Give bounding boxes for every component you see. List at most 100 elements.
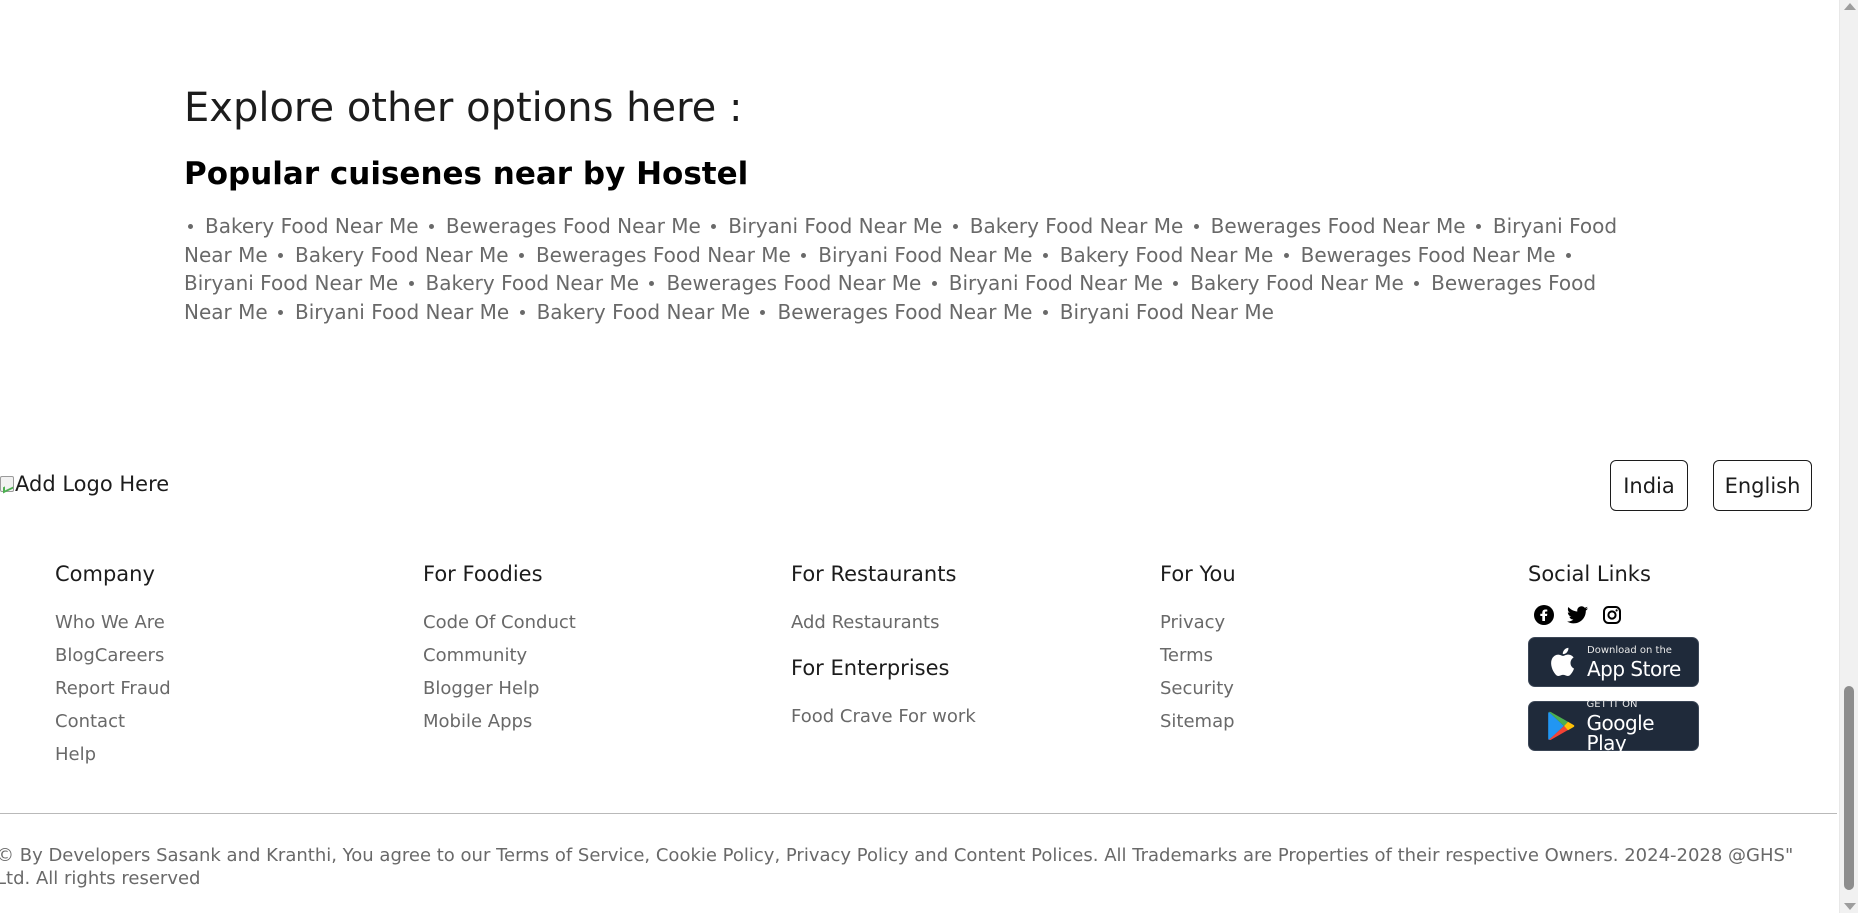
footer-link-blogcareers[interactable]: BlogCareers — [55, 639, 171, 672]
cuisine-link-text: Bewerages Food Near Me — [666, 271, 922, 296]
cuisine-link-text: Biryani Food Near Me — [184, 271, 399, 296]
twitter-icon[interactable] — [1567, 604, 1588, 625]
footer-link-contact[interactable]: Contact — [55, 705, 171, 738]
bullet-dot — [760, 309, 766, 315]
cuisine-link-text: Biryani Food Near Me — [295, 299, 510, 324]
bullet-dot — [428, 224, 434, 229]
footer-link-mobile-apps[interactable]: Mobile Apps — [423, 705, 576, 738]
google-play-badge[interactable]: GET IT ON Google Play — [1528, 698, 1699, 755]
google-play-big-text: Google Play — [1586, 710, 1655, 755]
cuisine-link[interactable]: Biryani Food Near Me — [928, 271, 1163, 295]
column-heading: Social Links — [1528, 562, 1651, 586]
cuisine-link[interactable]: Bakery Food Near Me — [949, 214, 1184, 238]
footer-column-restaurants: For Restaurants Add Restaurants For Ente… — [791, 560, 976, 733]
bullet-dot — [1565, 252, 1571, 258]
logo-alt-text: Add Logo Here — [15, 472, 170, 496]
footer-column-for-you: For You Privacy Terms Security Sitemap — [1160, 560, 1236, 738]
cuisine-link[interactable]: Bewerages Food Near Me — [1190, 214, 1466, 238]
cuisine-link-text: Bakery Food Near Me — [295, 242, 509, 267]
footer-link-blogger-help[interactable]: Blogger Help — [423, 672, 576, 705]
footer-link-community[interactable]: Community — [423, 639, 576, 672]
cuisine-link[interactable]: Bewerages Food Near Me — [425, 214, 701, 238]
footer-link-sitemap[interactable]: Sitemap — [1160, 705, 1236, 738]
cuisine-link[interactable]: Biryani Food Near Me — [274, 300, 509, 324]
footer-link-food-crave-for-work[interactable]: Food Crave For work — [791, 700, 976, 733]
bullet-dot — [952, 224, 958, 229]
app-store-badge[interactable]: Download on the App Store — [1528, 637, 1699, 687]
cuisine-link[interactable]: Bakery Food Near Me — [405, 271, 640, 296]
app-store-big-text: App Store — [1587, 656, 1681, 681]
bullet-dot — [519, 309, 525, 315]
instagram-icon[interactable] — [1601, 604, 1622, 625]
bullet-dot — [801, 252, 807, 258]
cuisine-link[interactable]: Biryani Food Near Me — [1039, 300, 1274, 324]
bullet-dot — [278, 309, 284, 315]
apple-icon — [1545, 645, 1579, 679]
country-select-button[interactable]: India — [1610, 460, 1688, 511]
footer-link-code-of-conduct[interactable]: Code Of Conduct — [423, 606, 576, 639]
google-play-small-text: GET IT ON — [1586, 698, 1638, 710]
broken-image-icon — [0, 476, 14, 492]
cuisine-link-text: Bewerages Food Near Me — [1210, 214, 1466, 238]
footer-link-report-fraud[interactable]: Report Fraud — [55, 672, 171, 705]
bullet-dot — [408, 281, 414, 287]
cuisine-link[interactable]: Bewerages Food Near Me — [645, 271, 921, 295]
app-store-small-text: Download on the — [1587, 644, 1672, 656]
cuisine-link[interactable]: Biryani Food Near Me — [797, 243, 1032, 267]
cuisine-link-text: Bakery Food Near Me — [1059, 242, 1274, 267]
bullet-dot — [518, 252, 524, 258]
explore-title: Explore other options here : — [184, 85, 743, 131]
bullet-dot — [1042, 309, 1048, 315]
bullet-dot — [1173, 281, 1179, 287]
cuisine-link[interactable]: Bewerages Food Near Me — [1280, 243, 1556, 267]
footer-link-security[interactable]: Security — [1160, 672, 1236, 705]
scrollbar-thumb[interactable] — [1844, 686, 1854, 890]
cuisine-link-text: Bakery Food Near Me — [425, 271, 640, 296]
cuisine-link[interactable]: Bewerages Food Near Me — [756, 300, 1032, 324]
bullet-dot — [1283, 252, 1289, 258]
footer-link-terms[interactable]: Terms — [1160, 639, 1236, 672]
footer-link-privacy[interactable]: Privacy — [1160, 606, 1236, 639]
column-heading: For You — [1160, 562, 1236, 586]
footer-column-social: Social Links Download on the App Store G… — [1528, 560, 1699, 755]
cuisine-list: Bakery Food Near Me Bewerages Food Near … — [184, 212, 1644, 326]
cuisine-link-text: Bakery Food Near Me — [205, 214, 419, 238]
footer-link-help[interactable]: Help — [55, 738, 171, 771]
cuisine-heading: Popular cuisenes near by Hostel — [184, 156, 749, 192]
explore-section: Explore other options here : Popular cui… — [184, 80, 1644, 326]
column-heading: For Restaurants — [791, 562, 957, 586]
footer-divider — [0, 813, 1837, 814]
cuisine-link-text: Bakery Food Near Me — [969, 214, 1184, 238]
cuisine-link[interactable]: Bakery Food Near Me — [1169, 271, 1404, 295]
vertical-scrollbar[interactable] — [1839, 0, 1858, 913]
facebook-icon[interactable] — [1533, 604, 1554, 625]
bullet-dot — [1193, 224, 1199, 229]
cuisine-link[interactable]: Bewerages Food Near Me — [515, 243, 791, 267]
google-play-icon — [1545, 709, 1579, 743]
cuisine-link-text: Biryani Food Near Me — [1059, 299, 1274, 324]
cuisine-link-text: Biryani Food Near Me — [948, 271, 1163, 296]
footer-column-foodies: For Foodies Code Of Conduct Community Bl… — [423, 560, 576, 738]
cuisine-link[interactable]: Biryani Food Near Me — [707, 214, 942, 238]
footer-column-company: Company Who We Are BlogCareers Report Fr… — [55, 560, 171, 771]
bullet-dot — [1475, 224, 1481, 229]
cuisine-link-text: Bewerages Food Near Me — [777, 299, 1033, 324]
scroll-down-arrow-icon[interactable] — [1844, 903, 1856, 910]
cuisine-link-text: Biryani Food Near Me — [728, 214, 943, 238]
logo[interactable]: Add Logo Here — [0, 472, 169, 496]
cuisine-link[interactable]: Bakery Food Near Me — [274, 243, 509, 267]
cuisine-link[interactable]: Bakery Food Near Me — [184, 214, 419, 238]
bullet-dot — [188, 224, 193, 229]
footer-link-add-restaurants[interactable]: Add Restaurants — [791, 606, 976, 639]
column-heading: Company — [55, 562, 155, 586]
footer-link-who-we-are[interactable]: Who We Are — [55, 606, 171, 639]
bullet-dot — [278, 252, 284, 258]
bullet-dot — [1414, 281, 1420, 287]
cuisine-link-text: Bewerages Food Near Me — [445, 214, 701, 238]
scroll-up-arrow-icon[interactable] — [1844, 3, 1856, 10]
language-select-button[interactable]: English — [1713, 460, 1812, 511]
cuisine-link[interactable]: Bakery Food Near Me — [1039, 242, 1274, 267]
cuisine-link[interactable]: Bakery Food Near Me — [516, 299, 751, 324]
bullet-dot — [1042, 252, 1048, 258]
cuisine-link-text: Bakery Food Near Me — [536, 299, 751, 324]
